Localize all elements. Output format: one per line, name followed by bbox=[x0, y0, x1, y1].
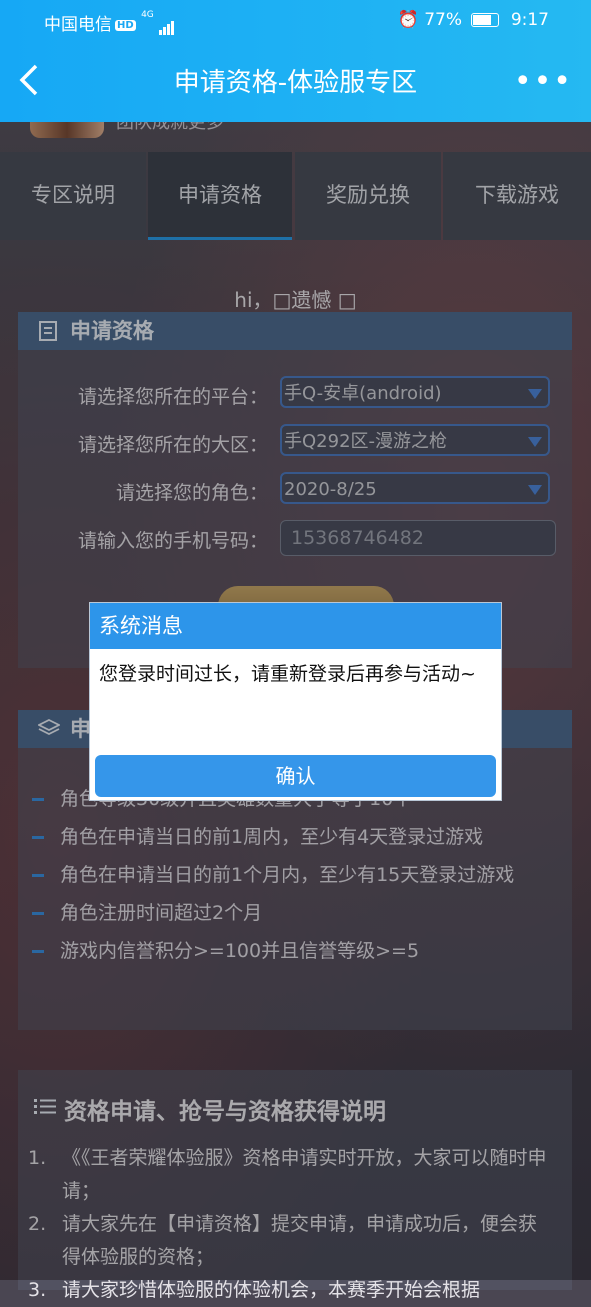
signal-icon bbox=[159, 15, 175, 35]
app-header: 中国电信 HD 4G ⏰ 77% 9:17 申请资格-体验服专区 ••• bbox=[0, 0, 591, 122]
status-bar: 中国电信 HD 4G ⏰ 77% 9:17 bbox=[0, 0, 591, 40]
requirements-list: 角色等级30级并且英雄数量大于等于10个 角色在申请当日的前1周内，至少有4天登… bbox=[18, 780, 572, 970]
list-item: 3. 请大家珍惜体验服的体验机会，本赛季开始会根据 bbox=[28, 1279, 481, 1301]
list-item: 1. 《《王者荣耀体验服》资格申请实时开放，大家可以随时申请； bbox=[28, 1147, 547, 1202]
list-icon bbox=[34, 1099, 56, 1114]
tab-apply[interactable]: 申请资格 bbox=[148, 152, 292, 240]
dropdown-arrow-icon bbox=[528, 389, 542, 399]
system-message-dialog: 系统消息 您登录时间过长，请重新登录后再参与活动~ 确认 bbox=[90, 603, 501, 800]
list-item: 2. 请大家先在【申请资格】提交申请，申请成功后，便会获得体验服的资格； bbox=[28, 1213, 538, 1268]
phone-row: 请输入您的手机号码： 15368746482 bbox=[18, 520, 572, 556]
battery-percent: 77% bbox=[424, 10, 462, 30]
list-item: 角色在申请当日的前1周内，至少有4天登录过游戏 bbox=[18, 818, 572, 856]
dropdown-arrow-icon bbox=[528, 437, 542, 447]
platform-select[interactable]: 手Q-安卓(android) bbox=[280, 376, 550, 408]
carrier-label: 中国电信 bbox=[44, 15, 112, 35]
requirements-panel-title: 申 bbox=[70, 717, 91, 741]
phone-input[interactable]: 15368746482 bbox=[280, 520, 556, 556]
hd-badge: HD bbox=[115, 19, 136, 31]
dropdown-arrow-icon bbox=[528, 485, 542, 495]
list-item: 游戏内信誉积分>=100并且信誉等级>=5 bbox=[18, 932, 572, 970]
tab-zone-info[interactable]: 专区说明 bbox=[0, 152, 146, 240]
platform-row: 请选择您所在的平台： 手Q-安卓(android) bbox=[18, 376, 572, 412]
info-panel: 资格申请、抢号与资格获得说明 1. 《《王者荣耀体验服》资格申请实时开放，大家可以… bbox=[18, 1070, 572, 1301]
info-panel-title: 资格申请、抢号与资格获得说明 bbox=[64, 1099, 386, 1125]
role-row: 请选择您的角色： 2020-8/25 bbox=[18, 472, 572, 508]
tab-rewards[interactable]: 奖励兑换 bbox=[295, 152, 441, 240]
clock: 9:17 bbox=[510, 10, 549, 30]
document-icon bbox=[39, 321, 57, 341]
dialog-message: 您登录时间过长，请重新登录后再参与活动~ bbox=[99, 663, 476, 685]
greeting-text: hi，□遗憾 □ bbox=[234, 288, 357, 312]
platform-label: 请选择您所在的平台： bbox=[77, 386, 268, 408]
role-label: 请选择您的角色： bbox=[115, 482, 268, 504]
role-select[interactable]: 2020-8/25 bbox=[280, 472, 550, 504]
battery-icon bbox=[471, 13, 500, 27]
region-row: 请选择您所在的大区： 手Q292区-漫游之枪 bbox=[18, 424, 572, 460]
apply-panel-title: 申请资格 bbox=[70, 319, 154, 343]
network-type: 4G bbox=[141, 10, 154, 20]
more-options-button[interactable]: ••• bbox=[514, 64, 573, 99]
page-title: 申请资格-体验服专区 bbox=[173, 68, 418, 98]
tab-download[interactable]: 下载游戏 bbox=[443, 152, 591, 240]
region-select[interactable]: 手Q292区-漫游之枪 bbox=[280, 424, 550, 456]
dialog-title: 系统消息 bbox=[90, 603, 501, 649]
tab-bar: 专区说明 申请资格 奖励兑换 下载游戏 bbox=[0, 152, 591, 240]
phone-label: 请输入您的手机号码： bbox=[77, 530, 268, 552]
layers-icon bbox=[38, 719, 60, 736]
list-item: 角色在申请当日的前1个月内，至少有15天登录过游戏 bbox=[18, 856, 572, 894]
region-label: 请选择您所在的大区： bbox=[77, 434, 268, 456]
confirm-button[interactable]: 确认 bbox=[95, 755, 496, 797]
list-item: 角色注册时间超过2个月 bbox=[18, 894, 572, 932]
alarm-icon: ⏰ bbox=[397, 10, 419, 30]
